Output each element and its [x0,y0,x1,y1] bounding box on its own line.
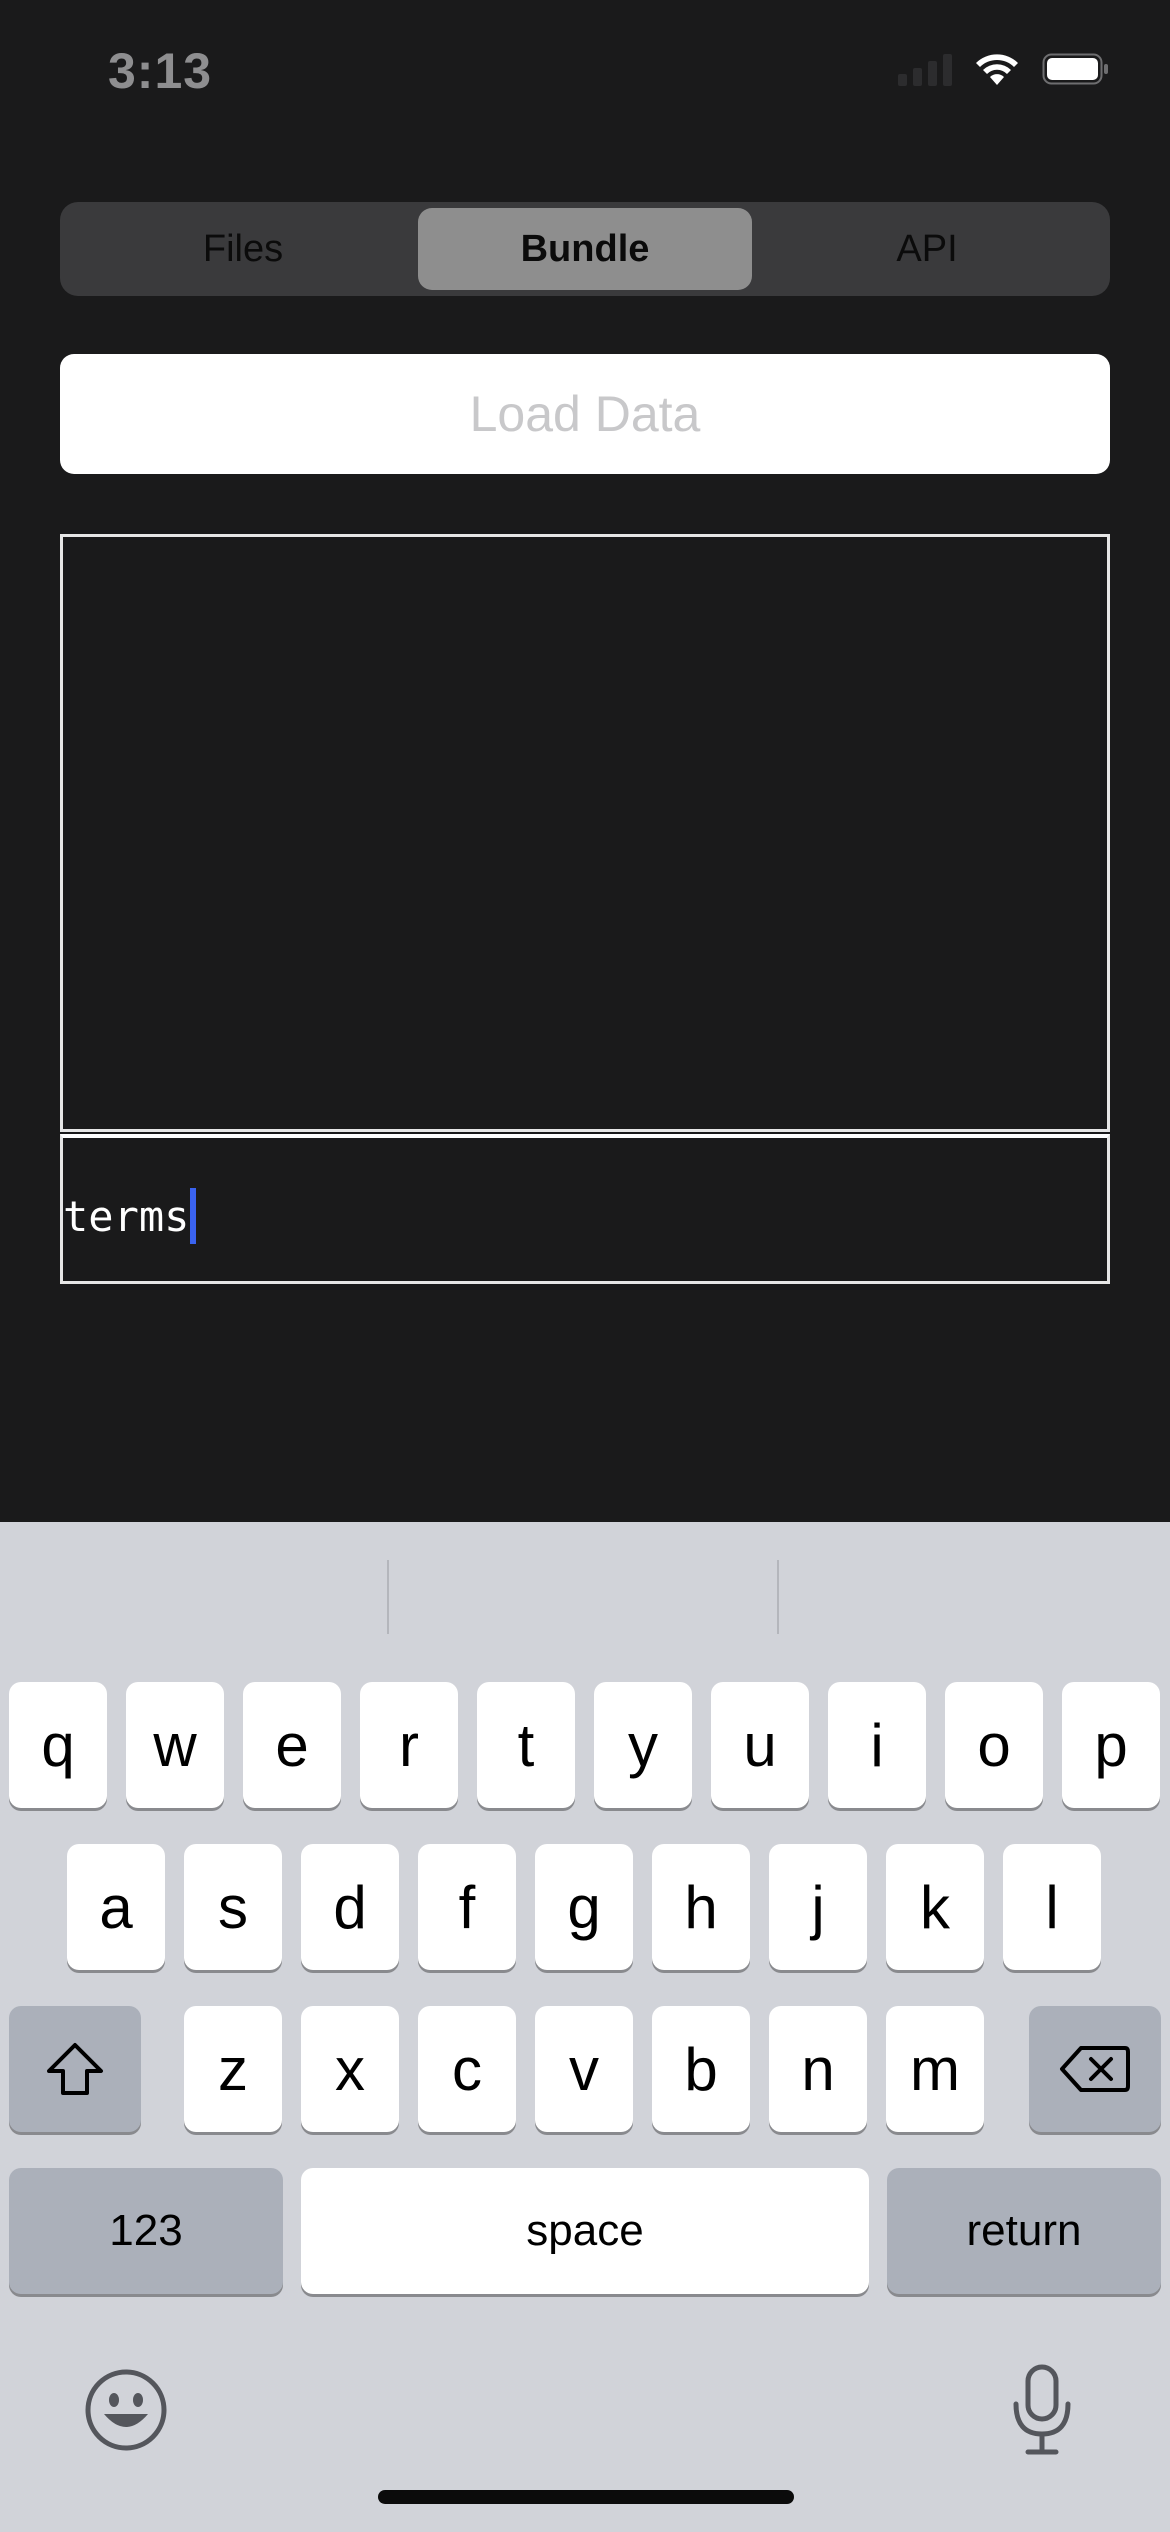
key-x[interactable]: x [301,2006,399,2132]
key-h[interactable]: h [652,1844,750,1970]
status-bar: 3:13 [0,0,1170,150]
shift-icon [47,2043,103,2095]
key-f[interactable]: f [418,1844,516,1970]
key-l[interactable]: l [1003,1844,1101,1970]
key-p[interactable]: p [1062,1682,1160,1808]
emoji-button[interactable] [84,2368,168,2457]
key-q[interactable]: q [9,1682,107,1808]
key-j[interactable]: j [769,1844,867,1970]
key-z[interactable]: z [184,2006,282,2132]
key-m[interactable]: m [886,2006,984,2132]
key-n[interactable]: n [769,2006,867,2132]
wifi-icon [974,52,1020,86]
segment-api[interactable]: API [760,208,1094,290]
delete-icon [1060,2046,1130,2092]
key-g[interactable]: g [535,1844,633,1970]
key-c[interactable]: c [418,2006,516,2132]
predictive-divider [387,1560,389,1634]
key-d[interactable]: d [301,1844,399,1970]
space-key[interactable]: space [301,2168,869,2294]
app-screen: 3:13 Files Bundle API Load Data terms q … [0,0,1170,2532]
key-u[interactable]: u [711,1682,809,1808]
text-caret [190,1188,197,1244]
key-w[interactable]: w [126,1682,224,1808]
output-text-view [60,534,1110,1132]
segment-files[interactable]: Files [76,208,410,290]
key-k[interactable]: k [886,1844,984,1970]
input-text-wrapper: terms [63,1188,197,1244]
status-time: 3:13 [108,43,213,99]
key-b[interactable]: b [652,2006,750,2132]
predictive-divider [777,1560,779,1634]
numbers-key[interactable]: 123 [9,2168,283,2294]
key-o[interactable]: o [945,1682,1043,1808]
input-value: terms [63,1191,190,1241]
key-t[interactable]: t [477,1682,575,1808]
search-input-field[interactable]: terms [60,1134,1110,1284]
key-y[interactable]: y [594,1682,692,1808]
delete-key[interactable] [1029,2006,1161,2132]
predictive-bar [0,1522,1170,1672]
load-data-button[interactable]: Load Data [60,354,1110,474]
status-icons [898,52,1110,86]
return-key[interactable]: return [887,2168,1161,2294]
keyboard: q w e r t y u i o p a s d f g h j k l z … [0,1522,1170,2532]
key-v[interactable]: v [535,2006,633,2132]
key-s[interactable]: s [184,1844,282,1970]
key-e[interactable]: e [243,1682,341,1808]
key-r[interactable]: r [360,1682,458,1808]
shift-key[interactable] [9,2006,141,2132]
segment-bundle[interactable]: Bundle [418,208,752,290]
dictation-button[interactable] [1010,2364,1074,2461]
home-indicator[interactable] [378,2490,794,2504]
microphone-icon [1013,2364,1071,2455]
emoji-icon [85,2369,167,2451]
key-a[interactable]: a [67,1844,165,1970]
battery-icon [1042,53,1110,85]
cellular-signal-icon [898,52,952,86]
source-segmented-control: Files Bundle API [60,202,1110,296]
key-i[interactable]: i [828,1682,926,1808]
